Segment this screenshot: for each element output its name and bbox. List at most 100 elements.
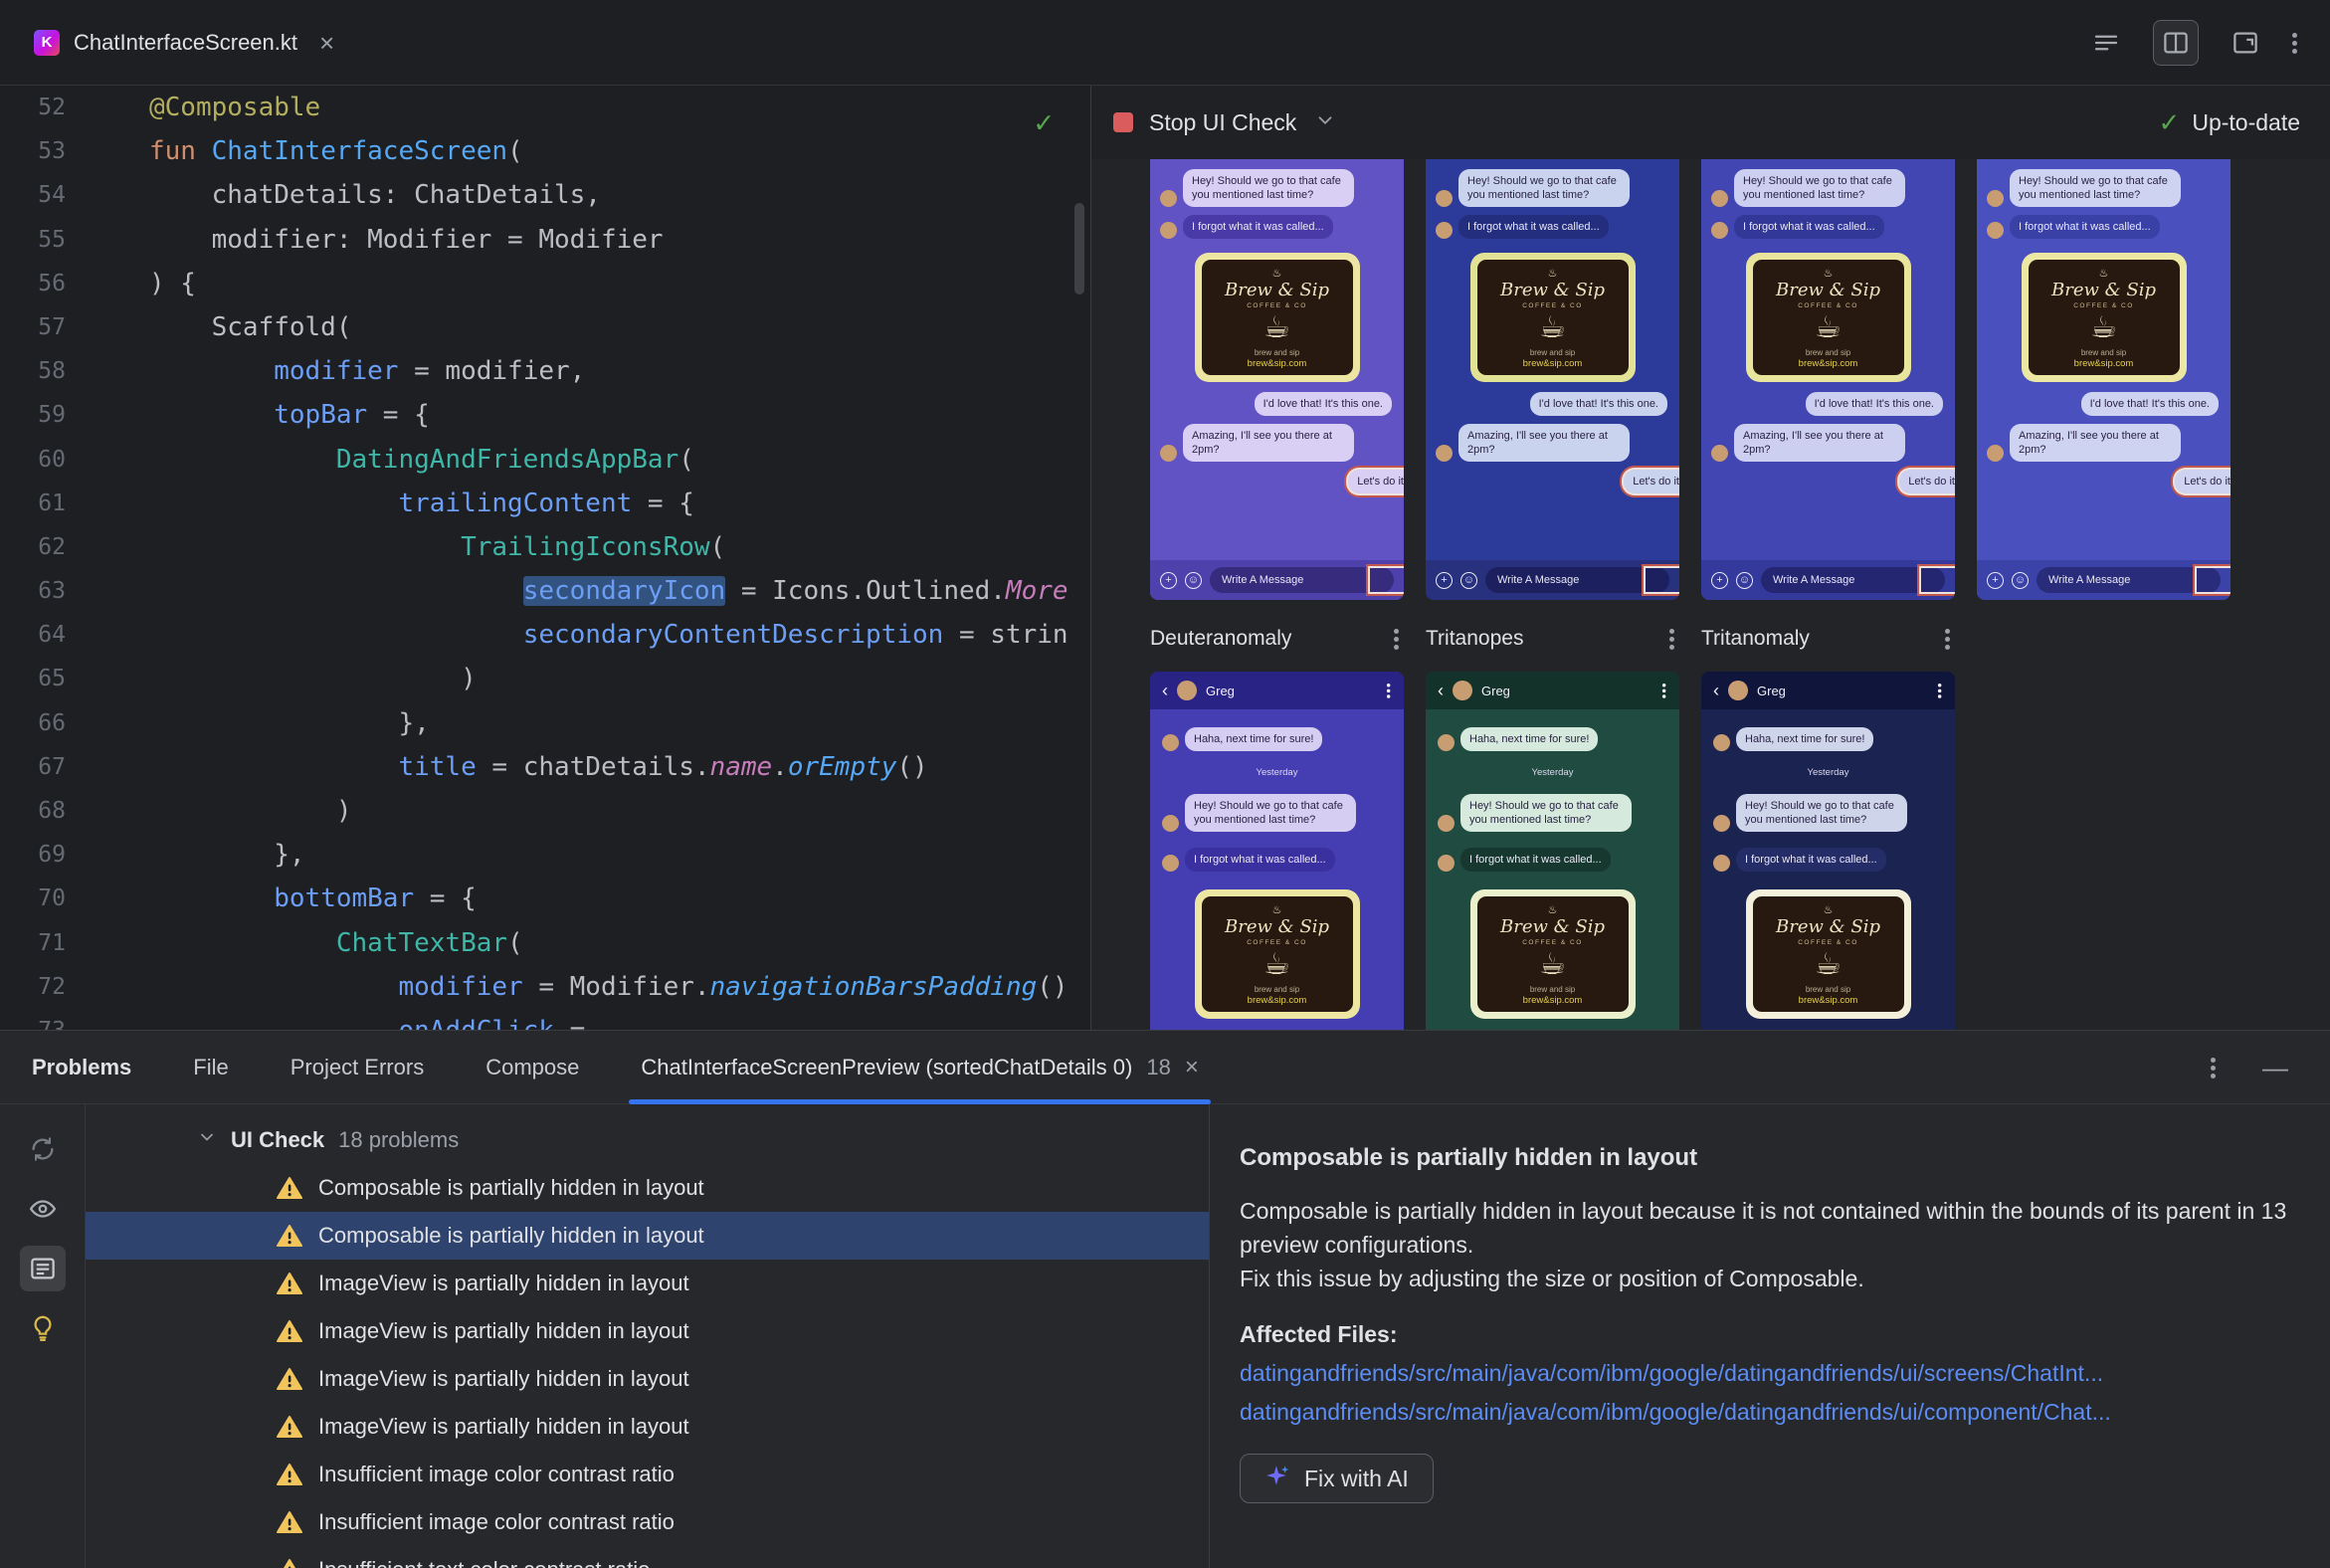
code-line[interactable]: 54 chatDetails: ChatDetails, [0, 173, 1090, 217]
ui-check-group-row[interactable]: UI Check 18 problems [86, 1116, 1209, 1164]
code-line[interactable]: 62 TrailingIconsRow( [0, 525, 1090, 569]
code-line[interactable]: 64 secondaryContentDescription = strin [0, 613, 1090, 657]
code-line[interactable]: 63 secondaryIcon = Icons.Outlined.More [0, 569, 1090, 613]
close-tab-icon[interactable]: × [319, 30, 334, 56]
back-icon[interactable]: ‹ [1162, 682, 1168, 699]
line-number: 73 [0, 1009, 149, 1030]
emoji-icon[interactable]: ☺ [1736, 571, 1753, 589]
warning-icon [277, 1319, 302, 1343]
chat-bubble: Amazing, I'll see you there at 2pm? [1734, 424, 1905, 462]
preview-visibility-icon[interactable] [20, 1186, 66, 1232]
problems-body: UI Check 18 problems Composable is parti… [0, 1104, 2330, 1568]
problem-row[interactable]: Insufficient image color contrast ratio [86, 1498, 1209, 1546]
code-line[interactable]: 58 modifier = modifier, [0, 349, 1090, 393]
file-tab[interactable]: K ChatInterfaceScreen.kt × [0, 0, 360, 85]
back-icon[interactable]: ‹ [1713, 682, 1719, 699]
rerun-check-icon[interactable] [20, 1126, 66, 1172]
code-line[interactable]: 53 fun ChatInterfaceScreen( [0, 129, 1090, 173]
code-line[interactable]: 71 ChatTextBar( [0, 921, 1090, 965]
code-line[interactable]: 69 }, [0, 833, 1090, 877]
problem-row[interactable]: Composable is partially hidden in layout [86, 1212, 1209, 1260]
more-options-icon[interactable] [1937, 683, 1942, 699]
more-options-icon[interactable] [1669, 627, 1675, 651]
more-options-icon[interactable] [1394, 627, 1400, 651]
problem-row[interactable]: Insufficient text color contrast ratio [86, 1546, 1209, 1568]
problem-row[interactable]: Insufficient image color contrast ratio [86, 1451, 1209, 1498]
message-row: Amazing, I'll see you there at 2pm? [1987, 424, 2221, 462]
problem-row[interactable]: ImageView is partially hidden in layout [86, 1403, 1209, 1451]
emoji-icon[interactable]: ☺ [2012, 571, 2029, 589]
problem-row[interactable]: Composable is partially hidden in layout [86, 1164, 1209, 1212]
tab-compose[interactable]: Compose [485, 1055, 579, 1080]
more-options-icon[interactable] [1945, 627, 1951, 651]
back-icon[interactable]: ‹ [1438, 682, 1444, 699]
editor-scrollbar[interactable] [1074, 203, 1084, 294]
preview-toolbar: Stop UI Check ✓ Up-to-date [1091, 86, 2330, 159]
tab-chat-interface-screen-preview[interactable]: ChatInterfaceScreenPreview (sortedChatDe… [629, 1031, 1211, 1104]
code-line[interactable]: 59 topBar = { [0, 393, 1090, 437]
code-line[interactable]: 72 modifier = Modifier.navigationBarsPad… [0, 965, 1090, 1009]
message-row: Let's do it! [1436, 470, 1679, 493]
affected-file-link[interactable]: datingandfriends/src/main/java/com/ibm/g… [1240, 1360, 2284, 1387]
more-options-icon[interactable] [2211, 1056, 2217, 1079]
code-line[interactable]: 70 bottomBar = { [0, 877, 1090, 920]
code-line[interactable]: 60 DatingAndFriendsAppBar( [0, 438, 1090, 482]
tool-window-title[interactable]: Problems [32, 1055, 131, 1080]
minimize-icon[interactable]: — [2262, 1055, 2288, 1080]
add-icon[interactable]: + [1987, 571, 2004, 589]
code-line[interactable]: 61 trailingContent = { [0, 482, 1090, 525]
preview-phone[interactable]: ‹ Greg Haha, next time for sure! Yesterday H… [1150, 672, 1404, 1030]
emoji-icon[interactable]: ☺ [1185, 571, 1202, 589]
add-icon[interactable]: + [1436, 571, 1453, 589]
code-editor[interactable]: 52 @Composable 53 fun ChatInterfaceScreen(5… [0, 86, 1090, 1030]
collapse-chevron-icon[interactable] [197, 1127, 217, 1153]
emoji-icon[interactable]: ☺ [1460, 571, 1477, 589]
tab-file[interactable]: File [193, 1055, 228, 1080]
fix-with-ai-button[interactable]: Fix with AI [1240, 1454, 1434, 1503]
preview-phone[interactable]: Hey! Should we go to that cafe you menti… [1977, 159, 2231, 600]
preview-phone[interactable]: ‹ Greg Haha, next time for sure! Yesterday H… [1701, 672, 1955, 1030]
split-editor-icon[interactable] [2153, 19, 2199, 66]
tab-project-errors[interactable]: Project Errors [291, 1055, 424, 1080]
code-line[interactable]: 67 title = chatDetails.name.orEmpty() [0, 745, 1090, 789]
problem-row[interactable]: ImageView is partially hidden in layout [86, 1307, 1209, 1355]
code-line[interactable]: 68 ) [0, 789, 1090, 833]
show-details-icon[interactable] [19, 1246, 66, 1291]
stop-ui-check-button[interactable]: Stop UI Check [1113, 109, 1296, 136]
code-line[interactable]: 73 onAddClick = [0, 1009, 1090, 1030]
message-input[interactable]: Write A Message [1485, 567, 1669, 593]
code-line[interactable]: 57 Scaffold( [0, 305, 1090, 349]
message-input[interactable]: Write A Message [1210, 567, 1394, 593]
message-input[interactable]: Write A Message [2037, 567, 2221, 593]
add-icon[interactable]: + [1160, 571, 1177, 589]
structure-view-icon[interactable] [2083, 20, 2129, 66]
chat-input-bar: + ☺ Write A Message [1977, 560, 2231, 600]
code-line[interactable]: 65 ) [0, 657, 1090, 700]
inspections-ok-icon[interactable]: ✓ [1035, 105, 1053, 140]
more-options-icon[interactable] [1386, 683, 1391, 699]
quickfix-bulb-icon[interactable] [20, 1305, 66, 1351]
preview-phone[interactable]: Hey! Should we go to that cafe you menti… [1426, 159, 1679, 600]
editor-tab-bar: K ChatInterfaceScreen.kt × [0, 0, 2330, 86]
affected-file-link[interactable]: datingandfriends/src/main/java/com/ibm/g… [1240, 1399, 2284, 1426]
message-row: Hey! Should we go to that cafe you menti… [1436, 169, 1669, 207]
message-input[interactable]: Write A Message [1761, 567, 1945, 593]
problem-row[interactable]: ImageView is partially hidden in layout [86, 1355, 1209, 1403]
preview-phone[interactable]: Hey! Should we go to that cafe you menti… [1701, 159, 1955, 600]
code-line[interactable]: 52 @Composable [0, 86, 1090, 129]
preview-mode-icon[interactable] [2223, 20, 2268, 66]
chat-input-bar: + ☺ Write A Message [1150, 560, 1404, 600]
problem-row[interactable]: ImageView is partially hidden in layout [86, 1260, 1209, 1307]
code-line[interactable]: 55 modifier: Modifier = Modifier [0, 218, 1090, 262]
code-line[interactable]: 66 }, [0, 701, 1090, 745]
code-line[interactable]: 56) { [0, 262, 1090, 305]
more-options-icon[interactable] [1661, 683, 1666, 699]
line-number: 68 [38, 798, 66, 824]
preview-phone[interactable]: ‹ Greg Haha, next time for sure! Yesterday H… [1426, 672, 1679, 1030]
chevron-down-icon[interactable] [1314, 109, 1336, 136]
preview-phone[interactable]: Hey! Should we go to that cafe you menti… [1150, 159, 1404, 600]
close-tab-icon[interactable]: × [1185, 1055, 1199, 1079]
line-number: 66 [38, 709, 66, 736]
add-icon[interactable]: + [1711, 571, 1728, 589]
more-options-icon[interactable] [2292, 31, 2298, 55]
